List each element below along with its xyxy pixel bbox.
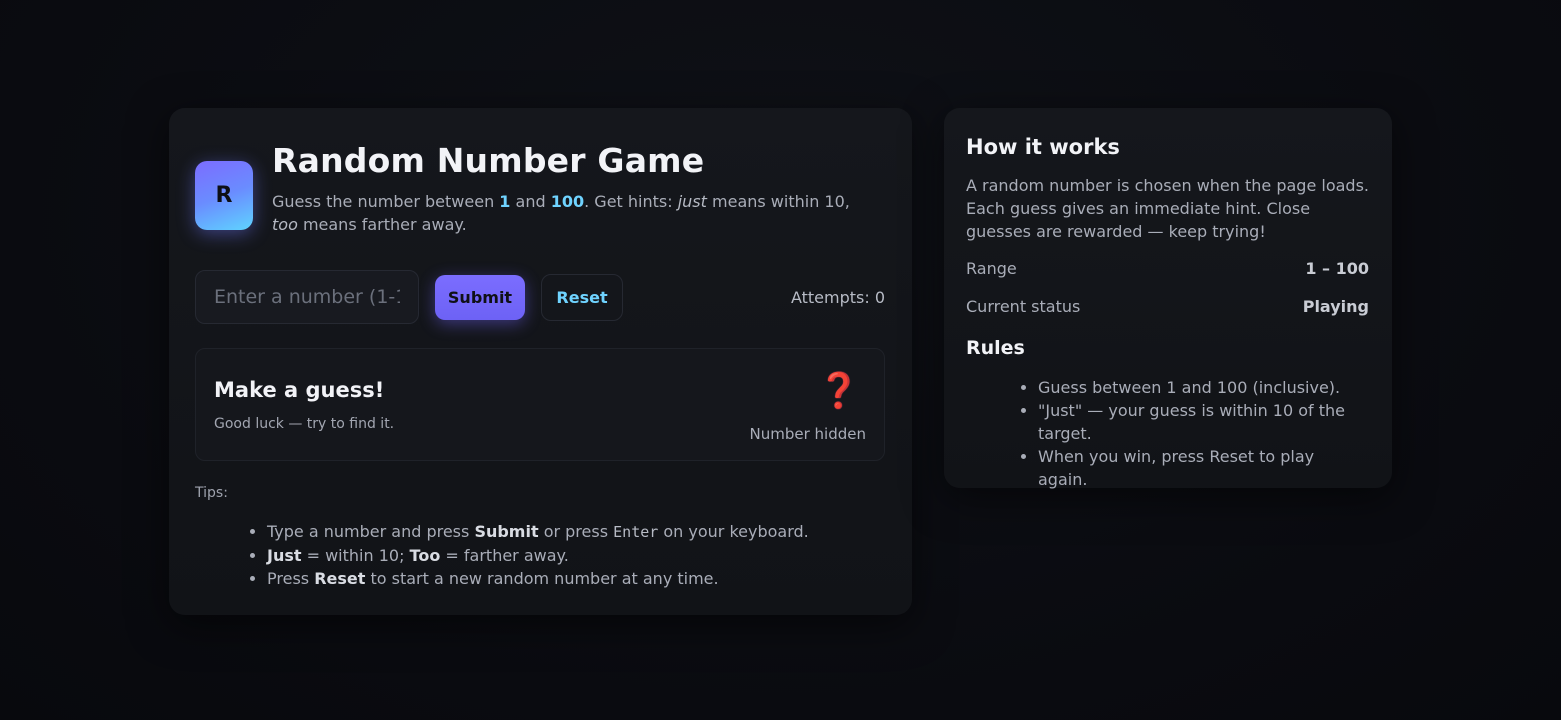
list-item: Guess between 1 and 100 (inclusive). (1038, 376, 1366, 399)
tips-list: Type a number and press Submit or press … (195, 520, 809, 590)
subtitle-text: and (510, 192, 551, 211)
subtitle-text: means within 10, (706, 192, 850, 211)
tip-text: = within 10; (301, 546, 410, 565)
logo-letter: R (215, 183, 233, 208)
submit-button[interactable]: Submit (435, 275, 525, 320)
guess-input[interactable] (195, 270, 419, 324)
tip-text: or press (538, 522, 614, 541)
tip-text: = farther away. (440, 546, 569, 565)
list-item: Just = within 10; Too = farther away. (267, 544, 809, 567)
page-title: Random Number Game (272, 141, 705, 180)
rules-title: Rules (966, 337, 1025, 359)
status-title: Make a guess! (214, 378, 385, 402)
game-subtitle: Guess the number between 1 and 100. Get … (272, 190, 872, 236)
question-mark-icon: ❓ (817, 371, 860, 411)
hint-just-word: just (677, 192, 707, 211)
hint-too-word: too (272, 215, 298, 234)
status-subtitle: Good luck — try to find it. (214, 416, 395, 432)
current-status-value: Playing (1302, 297, 1369, 316)
list-item: Type a number and press Submit or press … (267, 520, 809, 544)
list-item: "Just" — your guess is within 10 of the … (1038, 399, 1366, 445)
logo-badge: R (195, 161, 253, 230)
tip-text: to start a new random number at any time… (365, 569, 719, 588)
game-card: R Random Number Game Guess the number be… (169, 108, 912, 615)
status-row: Current status Playing (966, 297, 1369, 316)
subtitle-text: . Get hints: (584, 192, 678, 211)
reset-button[interactable]: Reset (541, 274, 623, 321)
current-status-label: Current status (966, 297, 1081, 316)
number-hidden-label: Number hidden (749, 425, 866, 443)
subtitle-text: means farther away. (297, 215, 467, 234)
range-min: 1 (499, 192, 511, 211)
attempts-counter: Attempts: 0 (790, 288, 885, 307)
how-it-works-card: How it works A random number is chosen w… (944, 108, 1392, 491)
status-panel: Make a guess! Good luck — try to find it… (195, 348, 885, 461)
enter-key-label: Enter (613, 523, 659, 541)
tip-strong: Just (267, 546, 302, 565)
tip-text: Press (267, 569, 315, 588)
list-item: When you win, press Reset to play again. (1038, 445, 1366, 491)
list-item: Press Reset to start a new random number… (267, 567, 809, 590)
range-max: 100 (550, 192, 585, 211)
sidebar-title: How it works (966, 135, 1120, 159)
range-value: 1 – 100 (1305, 259, 1369, 278)
tip-strong: Reset (314, 569, 366, 588)
tip-strong: Submit (474, 522, 539, 541)
tips-label: Tips: (195, 485, 228, 501)
subtitle-text: Guess the number between (272, 192, 500, 211)
sidebar-description: A random number is chosen when the page … (966, 176, 1370, 241)
rules-list: Guess between 1 and 100 (inclusive). "Ju… (966, 376, 1366, 491)
tip-text: on your keyboard. (658, 522, 809, 541)
tip-text: Type a number and press (267, 522, 475, 541)
tip-strong: Too (409, 546, 441, 565)
range-row: Range 1 – 100 (966, 259, 1369, 278)
range-label: Range (966, 259, 1017, 278)
